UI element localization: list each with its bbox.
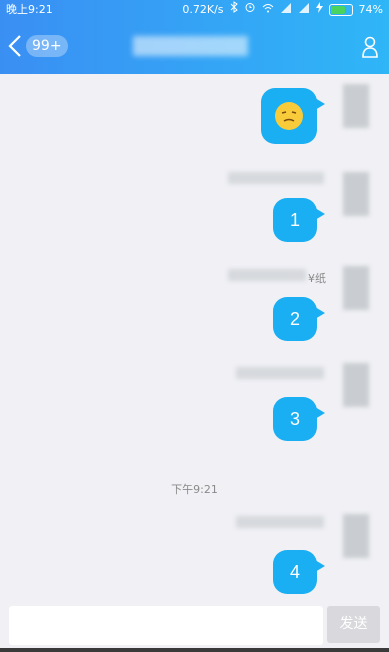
message-text: 3	[289, 408, 300, 429]
battery-icon	[328, 4, 353, 16]
sender-name	[236, 516, 324, 528]
status-bar: 晚上9:21 0.72K/s 74%	[0, 0, 389, 20]
status-time: 晚上9:21	[6, 3, 53, 16]
sender-name	[236, 367, 324, 379]
status-icons: 0.72K/s 74%	[182, 0, 383, 20]
network-speed: 0.72K/s	[182, 3, 224, 16]
bottom-edge	[0, 648, 389, 652]
title-bar: 晚上9:21 0.72K/s 74% 99+	[0, 0, 389, 74]
input-bar: 发送	[0, 602, 389, 652]
message-input[interactable]	[9, 606, 323, 645]
avatar[interactable]	[343, 363, 369, 407]
unread-badge[interactable]: 99+	[26, 35, 68, 57]
chevron-left-icon[interactable]	[6, 34, 26, 58]
signal-icon	[280, 0, 292, 20]
charging-icon	[315, 0, 323, 20]
message-list[interactable]: 1 ¥纸 2 3 下午9:21 4	[0, 74, 389, 604]
battery-percent: 74%	[358, 3, 383, 16]
alarm-icon	[244, 0, 256, 20]
person-icon[interactable]	[361, 36, 379, 58]
bluetooth-icon	[230, 0, 238, 20]
signal-icon	[298, 0, 310, 20]
smirk-emoji-icon	[275, 102, 303, 130]
time-separator: 下午9:21	[171, 483, 218, 496]
message-text: 1	[289, 209, 300, 230]
message-bubble-emoji[interactable]	[261, 88, 325, 144]
message-bubble[interactable]: 4	[273, 550, 325, 594]
sender-name	[228, 269, 306, 281]
avatar[interactable]	[343, 84, 369, 128]
message-bubble[interactable]: 1	[273, 198, 325, 242]
avatar[interactable]	[343, 266, 369, 310]
avatar[interactable]	[343, 514, 369, 558]
message-bubble[interactable]: 2	[273, 297, 325, 341]
send-button[interactable]: 发送	[327, 606, 380, 643]
message-text: 4	[289, 561, 300, 582]
battery-fill	[330, 6, 346, 14]
avatar[interactable]	[343, 172, 369, 216]
message-bubble[interactable]: 3	[273, 397, 325, 441]
message-text: 2	[289, 308, 300, 329]
sender-name	[228, 172, 324, 184]
page-title	[133, 36, 248, 56]
sender-name-fragment: ¥纸	[308, 272, 326, 285]
wifi-icon	[262, 0, 274, 20]
